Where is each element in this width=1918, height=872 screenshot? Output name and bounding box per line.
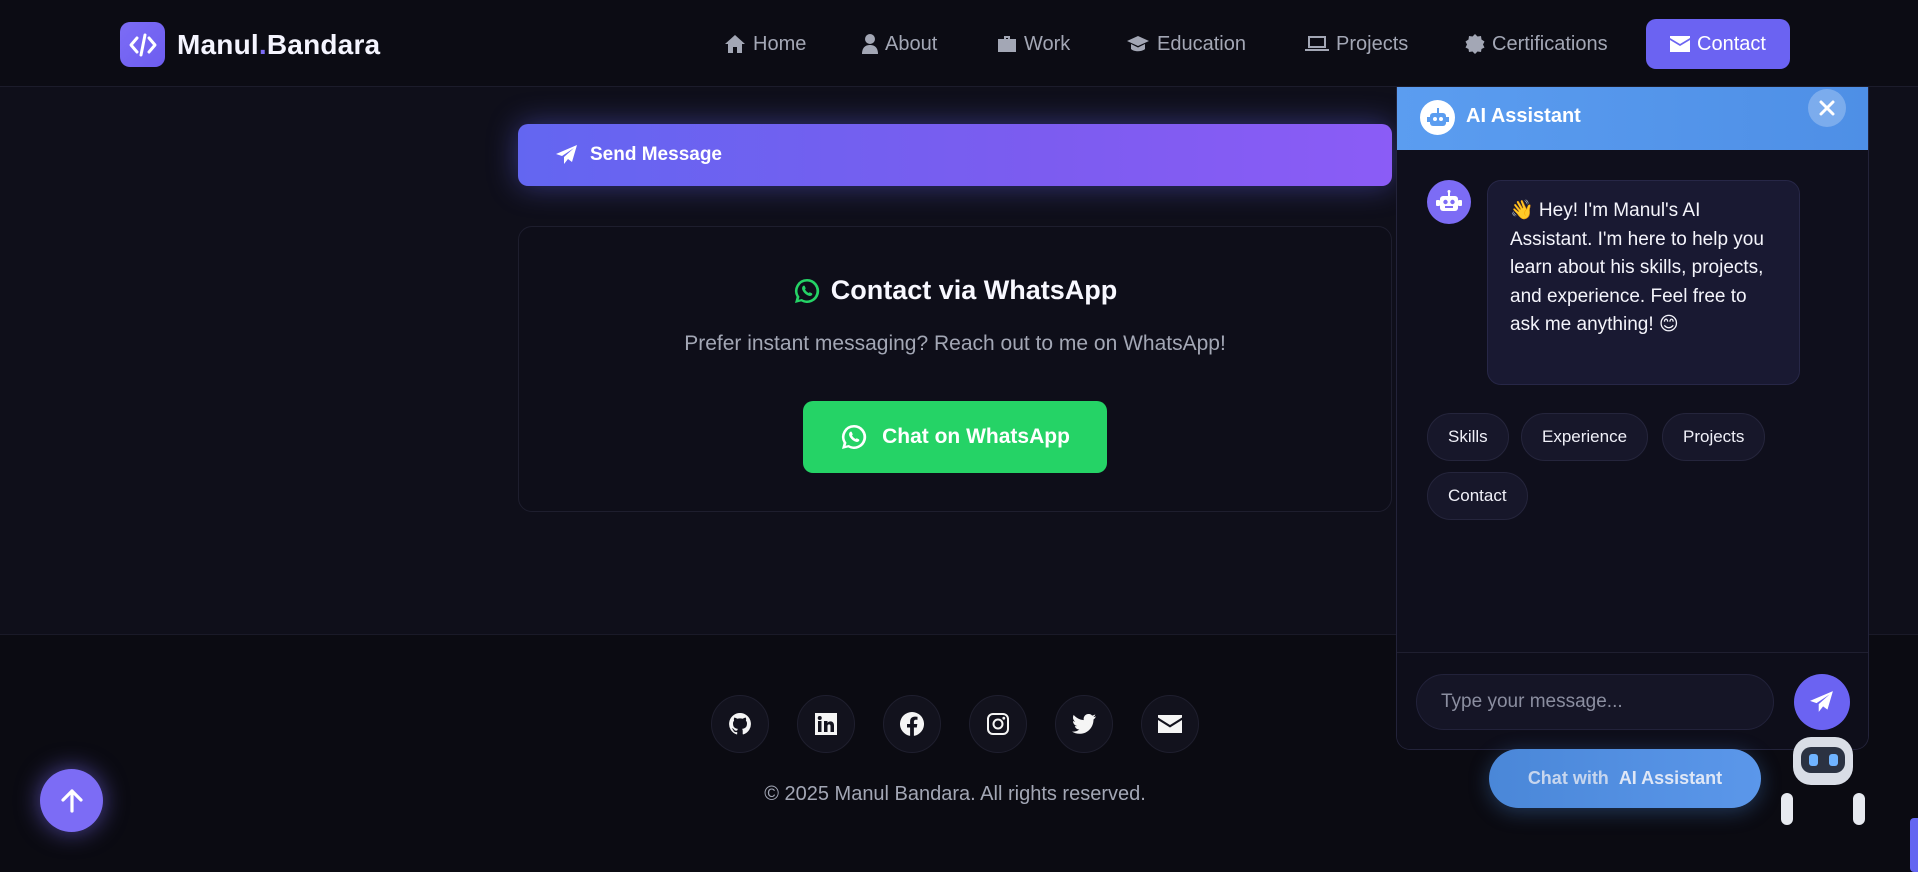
nav-certifications[interactable]: Certifications — [1465, 19, 1608, 69]
user-icon — [862, 34, 878, 54]
robot-avatar — [1420, 100, 1455, 135]
nav-about[interactable]: About — [862, 19, 937, 69]
brand-name: Manul.Bandara — [177, 28, 381, 60]
brand-logo[interactable]: Manul.Bandara — [120, 22, 380, 67]
linkedin-icon — [815, 713, 837, 735]
chat-title: AI Assistant — [1466, 105, 1581, 127]
envelope-icon — [1158, 715, 1182, 733]
twitter-link[interactable] — [1055, 695, 1113, 753]
chat-input-area — [1397, 652, 1868, 749]
chat-on-whatsapp-button[interactable]: Chat on WhatsApp — [803, 401, 1107, 473]
nav-projects[interactable]: Projects — [1305, 19, 1408, 69]
graduation-cap-icon — [1127, 36, 1149, 52]
paper-plane-icon — [1810, 691, 1833, 712]
quick-reply-experience[interactable]: Experience — [1521, 413, 1649, 461]
robot-icon — [1436, 190, 1462, 211]
envelope-icon — [1670, 36, 1690, 52]
send-message-button[interactable]: Send Message — [518, 124, 1392, 186]
facebook-link[interactable] — [883, 695, 941, 753]
scroll-indicator[interactable] — [1910, 818, 1918, 872]
arrow-up-icon — [60, 788, 83, 813]
home-icon — [725, 35, 745, 53]
whatsapp-icon — [794, 278, 819, 303]
chat-send-button[interactable] — [1794, 674, 1850, 730]
scroll-to-top-button[interactable] — [40, 769, 103, 832]
code-icon — [120, 22, 165, 67]
whatsapp-subtitle: Prefer instant messaging? Reach out to m… — [684, 332, 1226, 355]
nav-work[interactable]: Work — [997, 19, 1070, 69]
nav-home[interactable]: Home — [724, 19, 806, 69]
quick-reply-contact[interactable]: Contact — [1427, 472, 1528, 520]
paper-plane-icon — [556, 145, 577, 164]
chat-header: AI Assistant — [1397, 87, 1868, 150]
robot-mascot[interactable] — [1779, 737, 1869, 827]
instagram-icon — [987, 713, 1009, 735]
chat-close-button[interactable] — [1808, 89, 1846, 127]
navbar: Manul.Bandara Home About Work Education … — [0, 0, 1918, 87]
whatsapp-title: Contact via WhatsApp — [519, 275, 1391, 306]
email-link[interactable] — [1141, 695, 1199, 753]
whatsapp-icon — [842, 424, 867, 449]
ai-chat-panel: AI Assistant 👋 Hey! I'm Manul's AI Assis… — [1396, 87, 1869, 750]
briefcase-icon — [998, 36, 1016, 52]
nav-education[interactable]: Education — [1126, 19, 1246, 69]
github-link[interactable] — [711, 695, 769, 753]
facebook-icon — [900, 712, 924, 736]
chat-launcher-button[interactable]: Chat with AI Assistant — [1489, 749, 1761, 808]
main-nav: Home About Work Education Projects Certi… — [700, 19, 1790, 69]
quick-reply-projects[interactable]: Projects — [1662, 413, 1766, 461]
instagram-link[interactable] — [969, 695, 1027, 753]
linkedin-link[interactable] — [797, 695, 855, 753]
laptop-code-icon — [1305, 36, 1329, 51]
bot-avatar — [1427, 180, 1471, 224]
twitter-icon — [1072, 714, 1096, 734]
robot-mascot-icon — [1781, 737, 1865, 825]
certificate-icon — [1465, 34, 1485, 54]
github-icon — [729, 713, 751, 735]
nav-contact[interactable]: Contact — [1646, 19, 1790, 69]
bot-message: 👋 Hey! I'm Manul's AI Assistant. I'm her… — [1487, 180, 1800, 385]
robot-icon — [1426, 107, 1449, 126]
chat-message-input[interactable] — [1416, 674, 1774, 730]
whatsapp-card: Contact via WhatsApp Prefer instant mess… — [518, 226, 1392, 512]
close-icon — [1819, 100, 1835, 116]
quick-reply-skills[interactable]: Skills — [1427, 413, 1509, 461]
